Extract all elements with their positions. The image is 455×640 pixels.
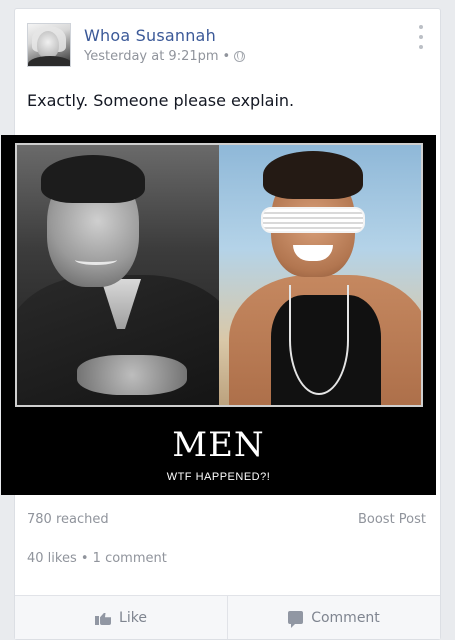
hand-shape <box>77 355 187 395</box>
post-image[interactable]: MEN WTF HAPPENED?! <box>1 135 436 495</box>
post-timestamp[interactable]: Yesterday at 9:21pm <box>84 49 219 64</box>
hair-shape <box>41 155 145 203</box>
comment-icon <box>288 611 304 628</box>
avatar-shoulder <box>28 56 70 66</box>
meme-title: MEN <box>172 425 265 465</box>
more-dot <box>419 35 423 39</box>
comment-button[interactable]: Comment <box>227 596 440 639</box>
post-header: Whoa Susannah Yesterday at 9:21pm • <box>27 23 428 71</box>
action-bar: Like Comment <box>15 595 440 639</box>
globe-icon[interactable] <box>234 51 246 62</box>
author-name[interactable]: Whoa Susannah <box>84 26 216 45</box>
meta-separator: • <box>222 49 231 64</box>
meme-subtitle: WTF HAPPENED?! <box>166 471 271 483</box>
comment-label: Comment <box>311 609 380 626</box>
meme-photo-frame <box>15 143 423 407</box>
post-card: Whoa Susannah Yesterday at 9:21pm • Exac… <box>1 8 441 640</box>
shutter-shades-shape <box>261 207 365 233</box>
avatar-face <box>37 31 59 59</box>
post-text: Exactly. Someone please explain. <box>27 91 295 110</box>
boost-post-button[interactable]: Boost Post <box>358 512 426 527</box>
like-label: Like <box>119 609 147 626</box>
engagement-summary[interactable]: 40 likes • 1 comment <box>27 551 167 566</box>
post-meta: Yesterday at 9:21pm • <box>84 49 246 64</box>
hair-shape <box>263 151 363 199</box>
more-options-icon[interactable] <box>416 25 426 49</box>
smile-shape <box>75 255 117 265</box>
reach-count[interactable]: 780 reached <box>27 512 109 527</box>
meme-photo-left <box>17 145 219 405</box>
more-dot <box>419 25 423 29</box>
chain-shape <box>289 285 349 395</box>
avatar[interactable] <box>27 23 71 67</box>
meme-photo-right <box>219 145 421 405</box>
thumbs-up-icon <box>95 610 111 625</box>
more-dot <box>419 45 423 49</box>
like-button[interactable]: Like <box>15 596 227 639</box>
